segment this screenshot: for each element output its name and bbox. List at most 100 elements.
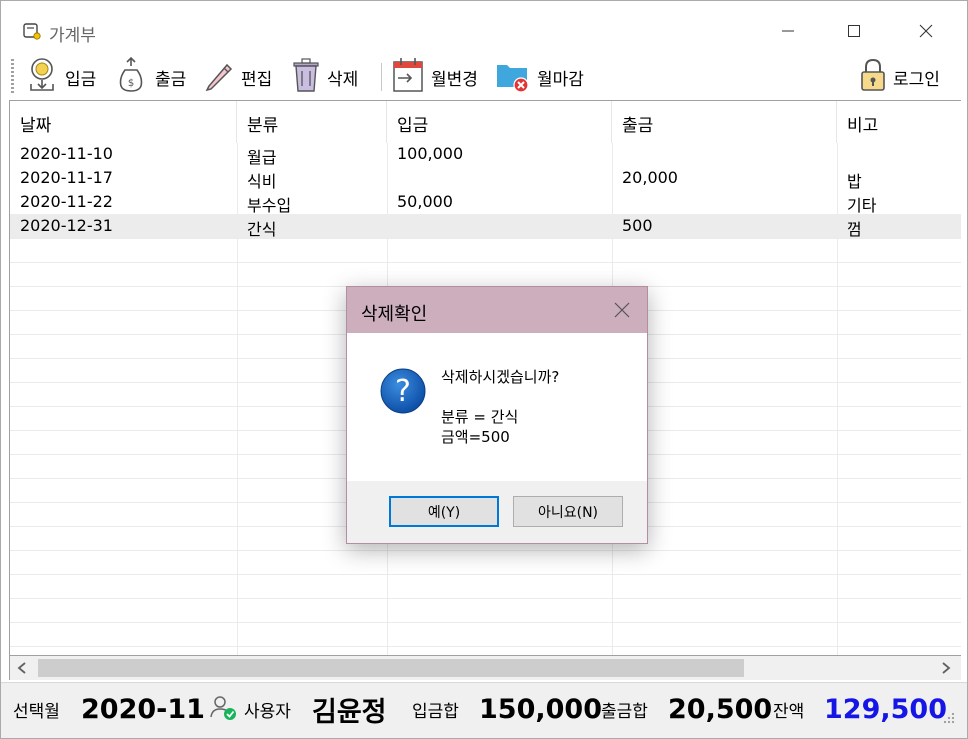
deposit-label: 입금	[65, 69, 97, 90]
cell-deposit	[387, 214, 397, 238]
selected-month-value: 2020-11	[81, 693, 205, 725]
cell-category: 간식	[247, 220, 277, 239]
selected-month-label: 선택월	[13, 701, 60, 722]
balance-value: 129,500	[824, 693, 947, 725]
login-label: 로그인	[893, 69, 940, 90]
withdraw-icon: $	[113, 56, 149, 99]
edit-button[interactable]: 편집	[203, 57, 272, 97]
table-row[interactable]: 2020-11-10 월급 100,000	[10, 142, 961, 167]
user-check-icon	[209, 693, 237, 725]
grid-row-line	[10, 262, 961, 263]
close-month-label: 월마감	[537, 69, 584, 90]
withdraw-sum-label: 출금합	[601, 701, 648, 722]
user-value: 김윤정	[312, 696, 387, 728]
user-label: 사용자	[244, 701, 291, 722]
withdraw-sum-value: 20,500	[668, 693, 773, 725]
dialog-close-icon[interactable]	[605, 295, 639, 325]
toolbar-separator	[381, 63, 382, 91]
pencil-icon	[203, 58, 235, 97]
trash-icon	[291, 57, 321, 98]
deposit-sum-label: 입금합	[412, 701, 459, 722]
folder-close-icon	[495, 57, 531, 98]
dialog-message: 삭제하시겠습니까? 분류 = 간식 금액=500	[441, 367, 559, 447]
cell-category: 부수입	[247, 196, 292, 215]
change-month-button[interactable]: 월변경	[391, 57, 478, 97]
delete-confirm-dialog: 삭제확인 ? 삭제하시겠습니까? 분류 = 간식 금액=500 예(Y) 아니요…	[346, 286, 648, 544]
grid-row-line	[10, 574, 961, 575]
withdraw-label: 출금	[155, 69, 187, 90]
deposit-button[interactable]: 입금	[25, 57, 96, 97]
grid-row-line	[10, 238, 961, 239]
cell-date: 2020-11-22	[20, 192, 113, 211]
deposit-icon	[25, 56, 59, 99]
app-window: 가계부 입금 $ 출금 편집 삭제 월변경 월마감 로그인 날짜 분류 입금 출…	[0, 0, 968, 739]
dialog-message-line	[441, 387, 559, 407]
cell-date: 2020-11-17	[20, 168, 113, 187]
column-header-category[interactable]: 분류	[237, 101, 387, 143]
cell-note	[837, 142, 847, 166]
close-month-button[interactable]: 월마감	[495, 57, 584, 97]
deposit-sum-value: 150,000	[479, 693, 602, 725]
delete-label: 삭제	[327, 69, 359, 90]
cell-note: 기타	[847, 196, 877, 215]
svg-text:$: $	[128, 78, 134, 89]
no-button[interactable]: 아니요(N)	[513, 496, 623, 527]
cell-date: 2020-12-31	[20, 216, 113, 235]
svg-text:?: ?	[395, 374, 411, 409]
grid-row-line	[10, 622, 961, 623]
column-header-note[interactable]: 비고	[837, 101, 961, 143]
column-header-date[interactable]: 날짜	[10, 101, 237, 143]
table-row-selected[interactable]: 2020-12-31 간식 500 껌	[10, 214, 961, 239]
table-row[interactable]: 2020-11-22 부수입 50,000 기타	[10, 190, 961, 215]
delete-button[interactable]: 삭제	[291, 57, 358, 97]
cell-category: 식비	[247, 172, 277, 191]
toolbar-grip[interactable]	[11, 59, 14, 93]
dialog-body: ? 삭제하시겠습니까? 분류 = 간식 금액=500	[347, 333, 647, 481]
dialog-message-line: 분류 = 간식	[441, 408, 519, 426]
dialog-title-bar[interactable]: 삭제확인	[347, 287, 647, 333]
cell-withdraw	[612, 142, 622, 166]
cell-category: 월급	[247, 148, 277, 167]
column-header-deposit[interactable]: 입금	[387, 101, 612, 143]
calendar-icon	[391, 56, 425, 99]
cell-note: 껌	[847, 220, 862, 239]
cell-deposit: 100,000	[397, 144, 464, 163]
horizontal-scrollbar[interactable]	[9, 656, 961, 680]
dialog-message-line: 삭제하시겠습니까?	[441, 368, 560, 386]
window-title: 가계부	[49, 26, 96, 46]
grid-row-line	[10, 550, 961, 551]
table-row[interactable]: 2020-11-17 식비 20,000 밥	[10, 166, 961, 191]
dialog-title: 삭제확인	[361, 304, 428, 325]
title-bar[interactable]: 가계부	[1, 1, 967, 47]
resize-grip-icon[interactable]	[941, 709, 955, 724]
cell-date: 2020-11-10	[20, 144, 113, 163]
cell-deposit	[387, 166, 397, 190]
lock-icon	[859, 58, 887, 97]
cell-withdraw: 500	[622, 216, 653, 235]
login-button[interactable]: 로그인	[859, 57, 940, 97]
edit-label: 편집	[241, 69, 273, 90]
grid-row-line	[10, 646, 961, 647]
balance-label: 잔액	[773, 701, 805, 722]
dialog-message-line: 금액=500	[441, 428, 510, 446]
cell-deposit: 50,000	[397, 192, 453, 211]
close-button[interactable]	[903, 11, 949, 51]
yes-button[interactable]: 예(Y)	[389, 496, 499, 527]
maximize-button[interactable]	[831, 11, 877, 51]
scrollbar-thumb[interactable]	[38, 659, 744, 677]
grid-row-line	[10, 598, 961, 599]
question-icon: ?	[379, 367, 427, 415]
change-month-label: 월변경	[431, 69, 478, 90]
minimize-button[interactable]	[765, 11, 811, 51]
toolbar: 입금 $ 출금 편집 삭제 월변경 월마감 로그인	[1, 53, 967, 99]
dialog-footer: 예(Y) 아니요(N)	[347, 481, 647, 543]
withdraw-button[interactable]: $ 출금	[113, 56, 187, 99]
scroll-right-icon[interactable]	[938, 660, 954, 676]
app-icon	[23, 23, 41, 40]
grid-header: 날짜 분류 입금 출금 비고	[10, 101, 961, 143]
scroll-left-icon[interactable]	[14, 660, 30, 676]
cell-withdraw: 20,000	[622, 168, 678, 187]
column-header-withdraw[interactable]: 출금	[612, 101, 837, 143]
cell-note: 밥	[847, 172, 862, 191]
cell-withdraw	[612, 190, 622, 214]
